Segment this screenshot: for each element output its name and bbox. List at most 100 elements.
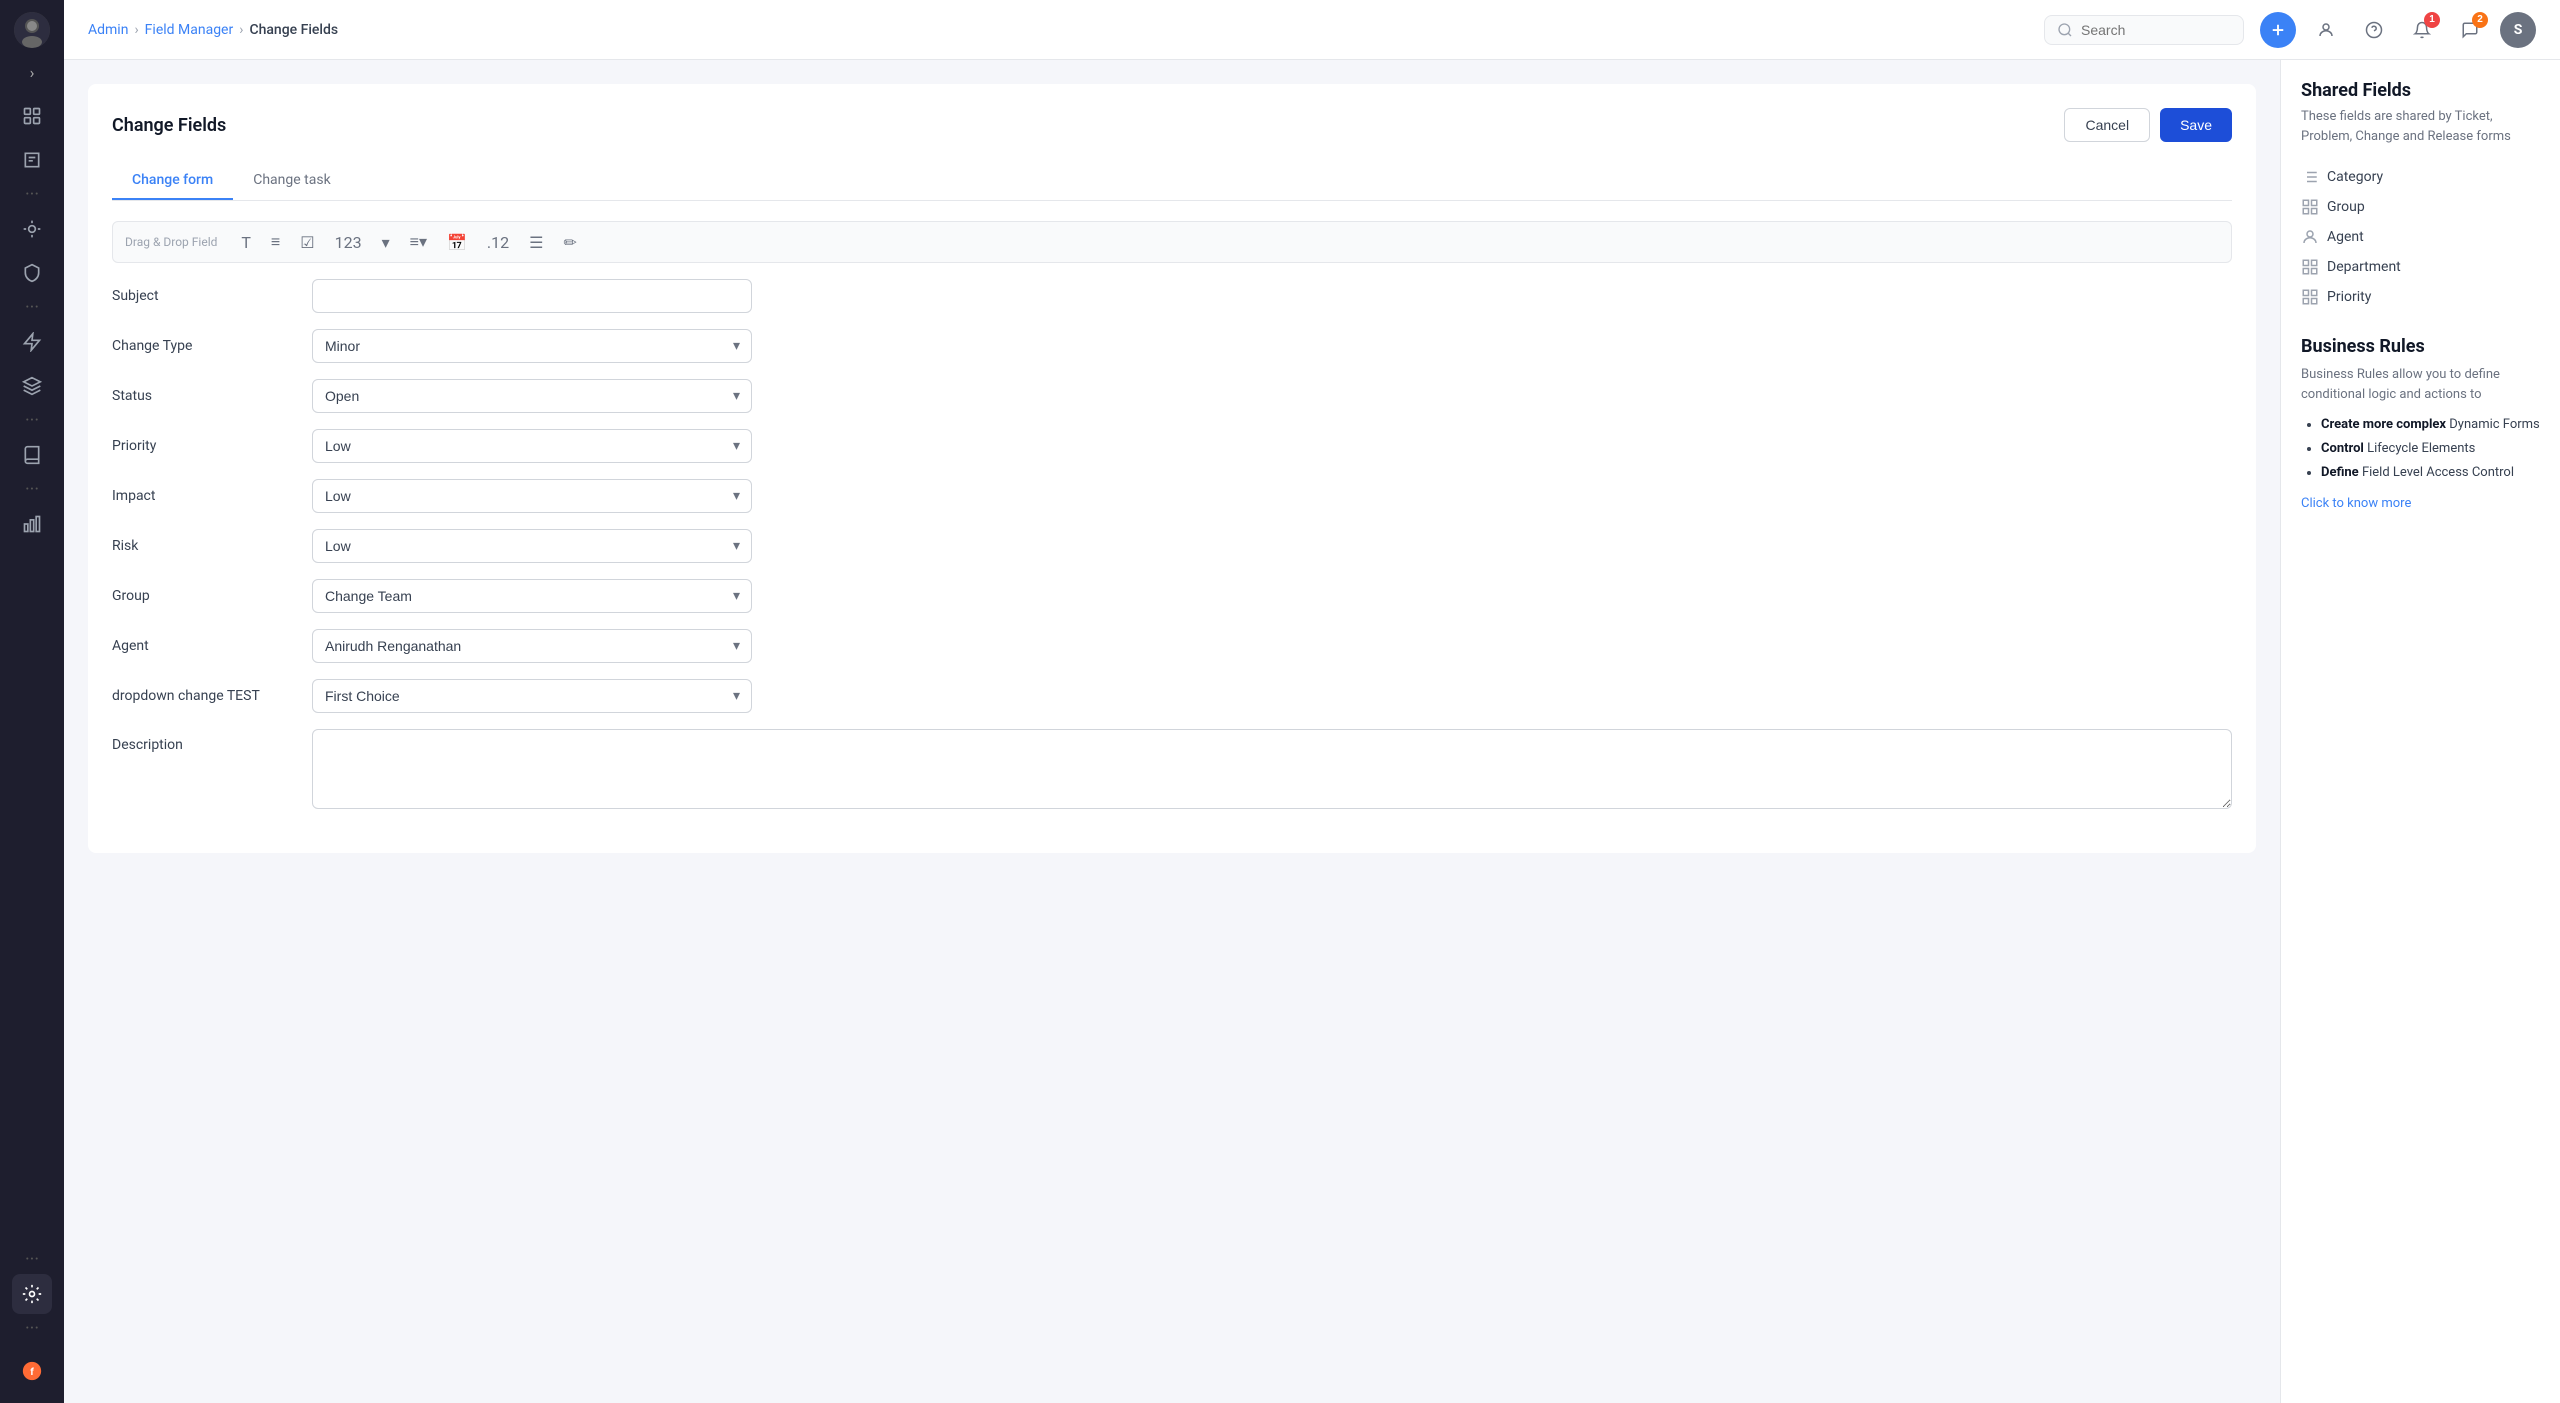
- tabs: Change form Change task: [112, 162, 2232, 201]
- field-row-group: Group Change Team Support Team Dev Team: [112, 579, 2232, 613]
- field-row-impact: Impact Low Medium High: [112, 479, 2232, 513]
- description-textarea[interactable]: [312, 729, 2232, 809]
- notifications-badge: 1: [2424, 12, 2440, 28]
- sidebar-dots-5: ···: [25, 1249, 39, 1270]
- agent-icon: [2317, 21, 2335, 39]
- sidebar-item-shield[interactable]: [12, 253, 52, 293]
- impact-select[interactable]: Low Medium High: [312, 479, 752, 513]
- shared-fields-desc: These fields are shared by Ticket, Probl…: [2301, 107, 2540, 146]
- user-icon-agent: [2301, 228, 2319, 246]
- sidebar-item-tickets[interactable]: [12, 140, 52, 180]
- sidebar-item-layers[interactable]: [12, 366, 52, 406]
- chat-badge: 2: [2472, 12, 2488, 28]
- help-button[interactable]: [2356, 12, 2392, 48]
- flag-icon-priority: [2301, 288, 2319, 306]
- risk-select[interactable]: Low Medium High: [312, 529, 752, 563]
- sidebar-item-lightning[interactable]: [12, 322, 52, 362]
- notifications-button[interactable]: 1: [2404, 12, 2440, 48]
- sidebar-item-settings[interactable]: [12, 1274, 52, 1314]
- agent-select[interactable]: Anirudh Renganathan John Doe: [312, 629, 752, 663]
- field-label-description: Description: [112, 729, 312, 753]
- agent-button[interactable]: [2308, 12, 2344, 48]
- sidebar-item-home[interactable]: [12, 96, 52, 136]
- sidebar: › ··· ··· ··· ··· ··· ··· f: [0, 0, 64, 1403]
- toolbar-dropdown-icon[interactable]: ▾: [378, 231, 394, 254]
- sidebar-item-book[interactable]: [12, 435, 52, 475]
- toolbar-align-icon[interactable]: ≡: [267, 230, 284, 254]
- sidebar-avatar: [14, 12, 50, 48]
- status-wrapper: Open In Progress Closed: [312, 379, 752, 413]
- field-row-subject: Subject: [112, 279, 2232, 313]
- save-button[interactable]: Save: [2160, 108, 2232, 142]
- tab-change-form[interactable]: Change form: [112, 162, 233, 200]
- field-label-change-type: Change Type: [112, 338, 312, 354]
- status-select[interactable]: Open In Progress Closed: [312, 379, 752, 413]
- form-header: Change Fields Cancel Save: [112, 108, 2232, 142]
- sidebar-dots-6: ···: [25, 1318, 39, 1339]
- sidebar-item-logo[interactable]: f: [12, 1351, 52, 1391]
- breadcrumb-sep-2: ›: [239, 22, 243, 38]
- chat-button[interactable]: 2: [2452, 12, 2488, 48]
- breadcrumb: Admin › Field Manager › Change Fields: [88, 22, 2028, 38]
- field-label-risk: Risk: [112, 538, 312, 554]
- toolbar-decimal-icon[interactable]: .12: [483, 231, 513, 254]
- toolbar-number-icon[interactable]: 123: [331, 231, 366, 254]
- list-icon-category: [2301, 168, 2319, 186]
- field-input-description: [312, 729, 2232, 813]
- field-label-impact: Impact: [112, 488, 312, 504]
- breadcrumb-field-manager[interactable]: Field Manager: [145, 22, 234, 38]
- form-card: Change Fields Cancel Save Change form Ch…: [88, 84, 2256, 853]
- field-input-priority: Low Medium High Critical: [312, 429, 752, 463]
- toolbar-text-icon[interactable]: T: [237, 231, 255, 254]
- toolbar-check-icon[interactable]: ☑: [296, 231, 318, 254]
- field-row-status: Status Open In Progress Closed: [112, 379, 2232, 413]
- field-input-risk: Low Medium High: [312, 529, 752, 563]
- right-panel: Shared Fields These fields are shared by…: [2280, 60, 2560, 1403]
- shared-field-group[interactable]: Group: [2301, 192, 2540, 222]
- group-select[interactable]: Change Team Support Team Dev Team: [312, 579, 752, 613]
- search-input[interactable]: [2081, 22, 2221, 38]
- sidebar-bottom: ··· ··· f: [12, 1249, 52, 1391]
- tab-change-task[interactable]: Change task: [233, 162, 350, 200]
- breadcrumb-sep-1: ›: [134, 22, 138, 38]
- shared-field-department[interactable]: Department: [2301, 252, 2540, 282]
- field-label-agent: Agent: [112, 638, 312, 654]
- shared-field-priority[interactable]: Priority: [2301, 282, 2540, 312]
- click-to-know-link[interactable]: Click to know more: [2301, 496, 2411, 511]
- field-row-description: Description: [112, 729, 2232, 813]
- field-input-change-type: Minor Major Standard Emergency: [312, 329, 752, 363]
- subject-input[interactable]: [312, 279, 752, 313]
- add-button[interactable]: [2260, 12, 2296, 48]
- breadcrumb-admin[interactable]: Admin: [88, 22, 128, 38]
- field-label-status: Status: [112, 388, 312, 404]
- sidebar-toggle[interactable]: ›: [20, 60, 44, 84]
- toolbar-date-icon[interactable]: 📅: [443, 231, 471, 254]
- business-rules-list: Create more complex Dynamic Forms Contro…: [2301, 416, 2540, 483]
- sidebar-item-analytics[interactable]: [12, 504, 52, 544]
- sidebar-dots-3: ···: [25, 410, 39, 431]
- field-input-status: Open In Progress Closed: [312, 379, 752, 413]
- search-box[interactable]: [2044, 15, 2244, 45]
- cancel-button[interactable]: Cancel: [2064, 108, 2150, 142]
- svg-text:f: f: [30, 1367, 34, 1378]
- form-title: Change Fields: [112, 115, 226, 136]
- shared-field-agent[interactable]: Agent: [2301, 222, 2540, 252]
- change-type-select[interactable]: Minor Major Standard Emergency: [312, 329, 752, 363]
- plus-icon: [2269, 21, 2287, 39]
- priority-select[interactable]: Low Medium High Critical: [312, 429, 752, 463]
- toolbar-list-icon[interactable]: ≡▾: [406, 230, 431, 254]
- search-icon: [2057, 22, 2073, 38]
- form-panel: Change Fields Cancel Save Change form Ch…: [64, 60, 2280, 1403]
- field-input-agent: Anirudh Renganathan John Doe: [312, 629, 752, 663]
- change-type-wrapper: Minor Major Standard Emergency: [312, 329, 752, 363]
- shared-field-category[interactable]: Category: [2301, 162, 2540, 192]
- content-area: Change Fields Cancel Save Change form Ch…: [64, 60, 2560, 1403]
- dropdown-test-select[interactable]: First Choice Second Choice Third Choice: [312, 679, 752, 713]
- sidebar-item-bug[interactable]: [12, 209, 52, 249]
- field-input-subject: [312, 279, 752, 313]
- user-avatar[interactable]: S: [2500, 12, 2536, 48]
- toolbar-edit-icon[interactable]: ✏: [559, 231, 580, 254]
- toolbar-multiline-icon[interactable]: ☰: [525, 231, 547, 254]
- field-row-change-type: Change Type Minor Major Standard Emergen…: [112, 329, 2232, 363]
- field-label-subject: Subject: [112, 288, 312, 304]
